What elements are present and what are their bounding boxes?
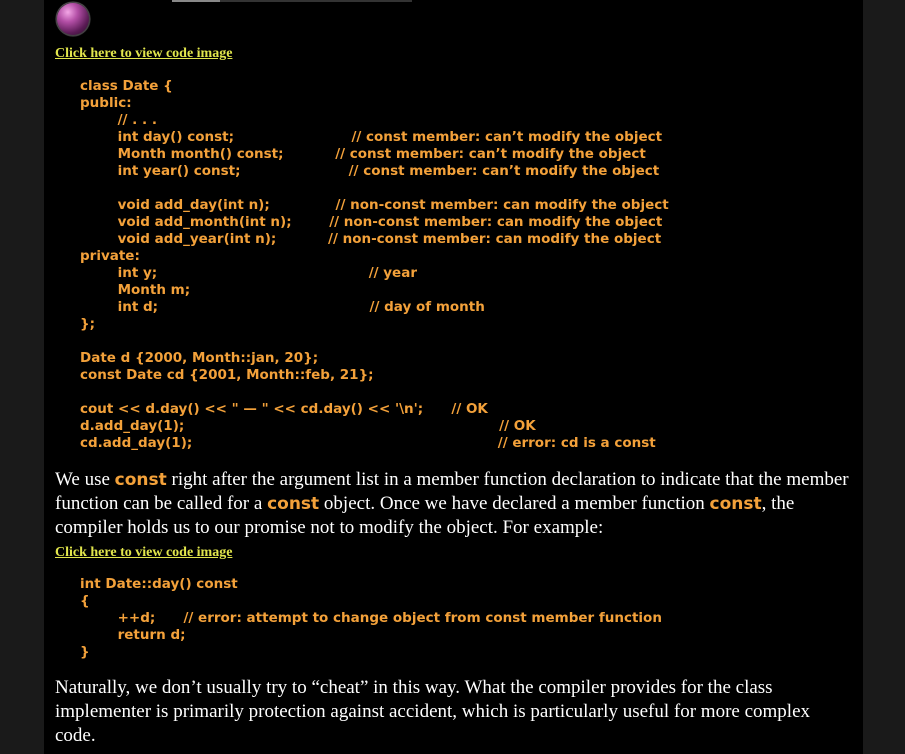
code-block-2: int Date::day() const{ ++d; // error: at… (80, 576, 662, 661)
code-line: void add_day(int n); // non-const member… (80, 197, 669, 213)
code-line: int year() const; // const member: can’t… (80, 163, 660, 179)
code-line: int y; // year (80, 265, 417, 281)
sphere-icon (56, 2, 90, 36)
keyword-const: const (267, 494, 320, 514)
code-line: { (80, 593, 90, 609)
code-line: void add_year(int n); // non-const membe… (80, 231, 662, 247)
keyword-const: const (114, 470, 167, 490)
paragraph-const-explanation: We use const right after the argument li… (55, 468, 855, 540)
top-divider-highlight (172, 0, 220, 2)
code-line: // . . . (80, 112, 157, 128)
code-line: class Date { (80, 78, 173, 94)
code-line: int day() const; // const member: can’t … (80, 129, 663, 145)
code-line: int Date::day() const (80, 576, 238, 592)
keyword-const: const (709, 494, 762, 514)
code-line: d.add_day(1); // OK (80, 418, 536, 434)
code-line: cd.add_day(1); // error: cd is a const (80, 435, 656, 451)
code-line: ++d; // error: attempt to change object … (80, 610, 662, 626)
code-line: void add_month(int n); // non-const memb… (80, 214, 663, 230)
code-line: Month month() const; // const member: ca… (80, 146, 646, 162)
paragraph-conclusion: Naturally, we don’t usually try to “chea… (55, 677, 811, 746)
code-line: }; (80, 316, 96, 332)
code-line: int d; // day of month (80, 299, 485, 315)
paragraph-text: We use (55, 469, 115, 490)
code-line: public: (80, 95, 132, 111)
view-code-image-link-2[interactable]: Click here to view code image (55, 545, 232, 561)
code-line: } (80, 644, 90, 660)
view-code-image-link-1[interactable]: Click here to view code image (55, 46, 232, 62)
code-line: const Date cd {2001, Month::feb, 21}; (80, 367, 374, 383)
code-line: Date d {2000, Month::jan, 20}; (80, 350, 319, 366)
paragraph-text: object. Once we have declared a member f… (319, 493, 710, 514)
code-line: cout << d.day() << " — " << cd.day() << … (80, 401, 488, 417)
code-line: return d; (80, 627, 186, 643)
code-line: Month m; (80, 282, 191, 298)
code-line: private: (80, 248, 140, 264)
code-block-1: class Date {public: // . . . int day() c… (80, 78, 669, 452)
